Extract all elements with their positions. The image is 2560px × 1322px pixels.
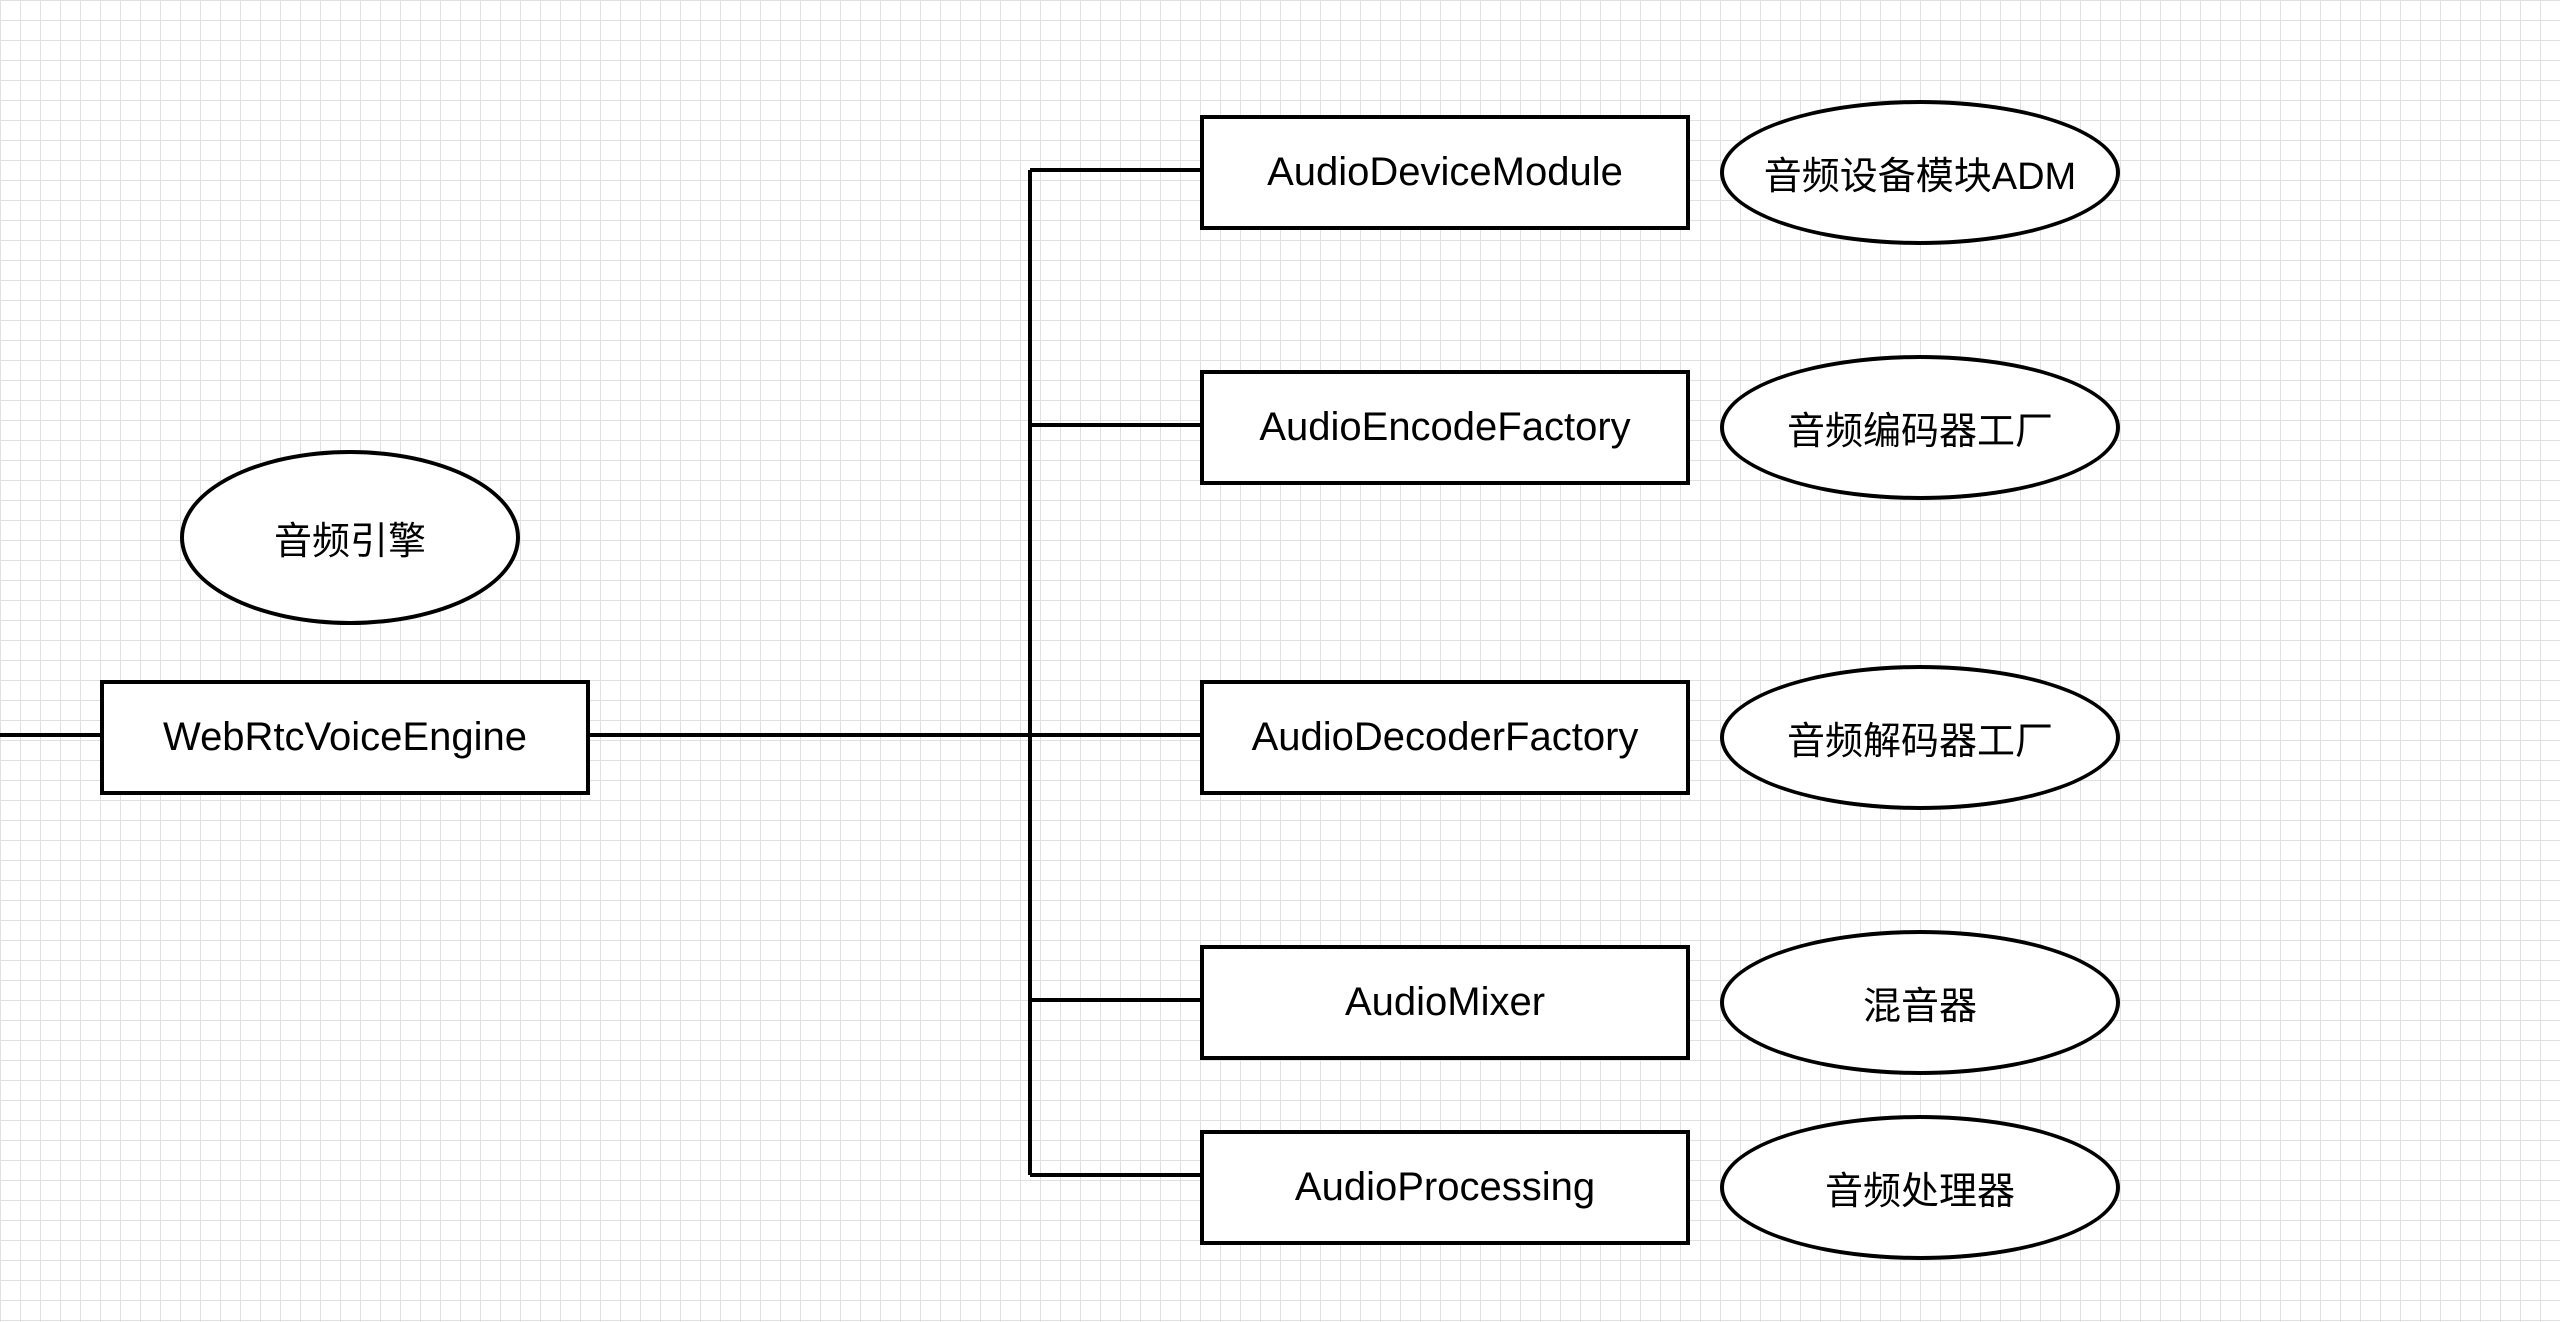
- child-ellipse-label: 音频设备模块ADM: [1764, 145, 2076, 200]
- child-box-audio-mixer[interactable]: AudioMixer: [1200, 945, 1690, 1060]
- child-ellipse-audio-decoder-factory[interactable]: 音频解码器工厂: [1720, 665, 2120, 810]
- child-ellipse-audio-mixer[interactable]: 混音器: [1720, 930, 2120, 1075]
- root-ellipse-label: 音频引擎: [274, 510, 426, 565]
- child-box-audio-device-module[interactable]: AudioDeviceModule: [1200, 115, 1690, 230]
- child-ellipse-label: 音频编码器工厂: [1787, 400, 2053, 455]
- child-ellipse-audio-processing[interactable]: 音频处理器: [1720, 1115, 2120, 1260]
- child-ellipse-label: 音频处理器: [1825, 1160, 2015, 1215]
- diagram-canvas: 音频引擎 WebRtcVoiceEngine AudioDeviceModule…: [0, 0, 2560, 1322]
- child-ellipse-label: 音频解码器工厂: [1787, 710, 2053, 765]
- child-ellipse-label: 混音器: [1863, 975, 1977, 1030]
- child-box-label: AudioProcessing: [1295, 1165, 1595, 1210]
- child-box-label: AudioDeviceModule: [1267, 150, 1623, 195]
- child-ellipse-audio-encode-factory[interactable]: 音频编码器工厂: [1720, 355, 2120, 500]
- child-box-audio-encode-factory[interactable]: AudioEncodeFactory: [1200, 370, 1690, 485]
- root-box-label: WebRtcVoiceEngine: [163, 715, 527, 760]
- child-ellipse-audio-device-module[interactable]: 音频设备模块ADM: [1720, 100, 2120, 245]
- child-box-audio-decoder-factory[interactable]: AudioDecoderFactory: [1200, 680, 1690, 795]
- child-box-audio-processing[interactable]: AudioProcessing: [1200, 1130, 1690, 1245]
- child-box-label: AudioDecoderFactory: [1252, 715, 1639, 760]
- child-box-label: AudioMixer: [1345, 980, 1545, 1025]
- root-ellipse[interactable]: 音频引擎: [180, 450, 520, 625]
- child-box-label: AudioEncodeFactory: [1259, 405, 1630, 450]
- root-box[interactable]: WebRtcVoiceEngine: [100, 680, 590, 795]
